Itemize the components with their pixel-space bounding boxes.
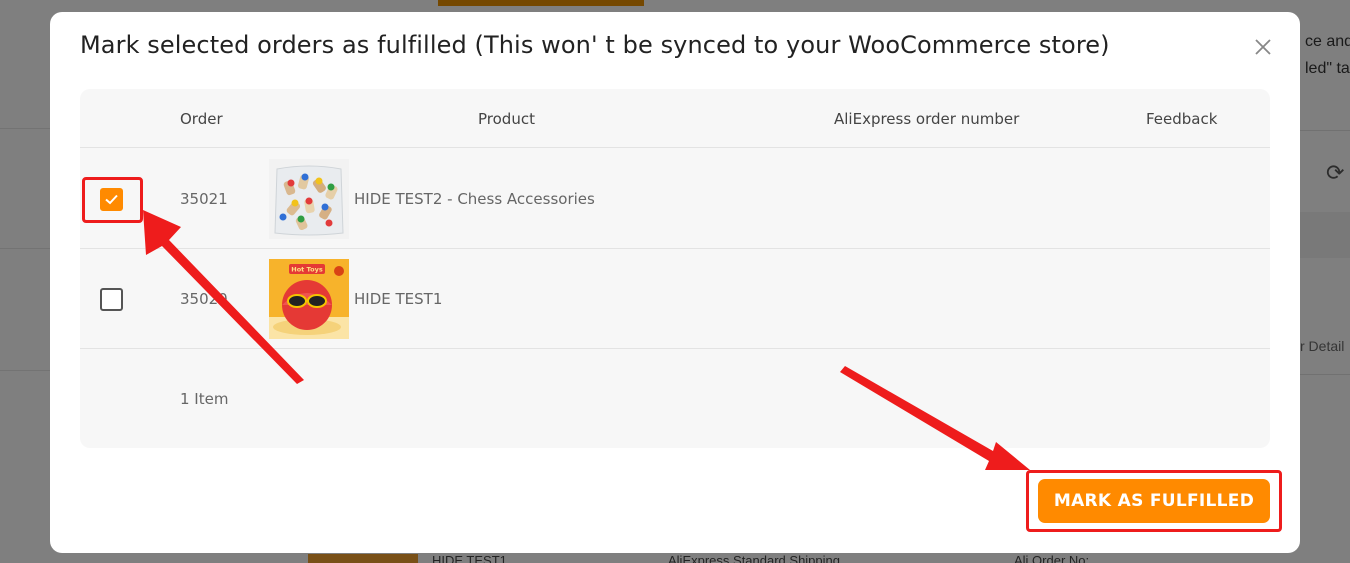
column-header-order: Order	[180, 110, 223, 128]
highlight-box	[1026, 470, 1282, 532]
order-number: 35021	[180, 190, 228, 208]
table-row: 35020 Hot Toys HIDE TEST1	[80, 249, 1270, 349]
product-thumbnail	[269, 159, 349, 239]
item-count: 1 Item	[180, 390, 229, 408]
product-thumbnail: Hot Toys	[269, 259, 349, 339]
column-header-product: Product	[478, 110, 535, 128]
column-header-feedback: Feedback	[1146, 110, 1218, 128]
table-row: 35021 HIDE TEST2 - Chess Accessories	[80, 149, 1270, 249]
thumbnail-label: Hot Toys	[291, 266, 323, 274]
orders-table: Order Product AliExpress order number Fe…	[80, 89, 1270, 448]
product-name: HIDE TEST1	[354, 290, 443, 308]
row-checkbox[interactable]	[100, 288, 123, 311]
highlight-box	[82, 177, 143, 223]
close-icon[interactable]	[1250, 34, 1276, 60]
column-header-aliexpress-order-number: AliExpress order number	[834, 110, 1020, 128]
table-header: Order Product AliExpress order number Fe…	[80, 89, 1270, 148]
order-number: 35020	[180, 290, 228, 308]
dialog-title: Mark selected orders as fulfilled (This …	[80, 31, 1110, 59]
product-name: HIDE TEST2 - Chess Accessories	[354, 190, 595, 208]
